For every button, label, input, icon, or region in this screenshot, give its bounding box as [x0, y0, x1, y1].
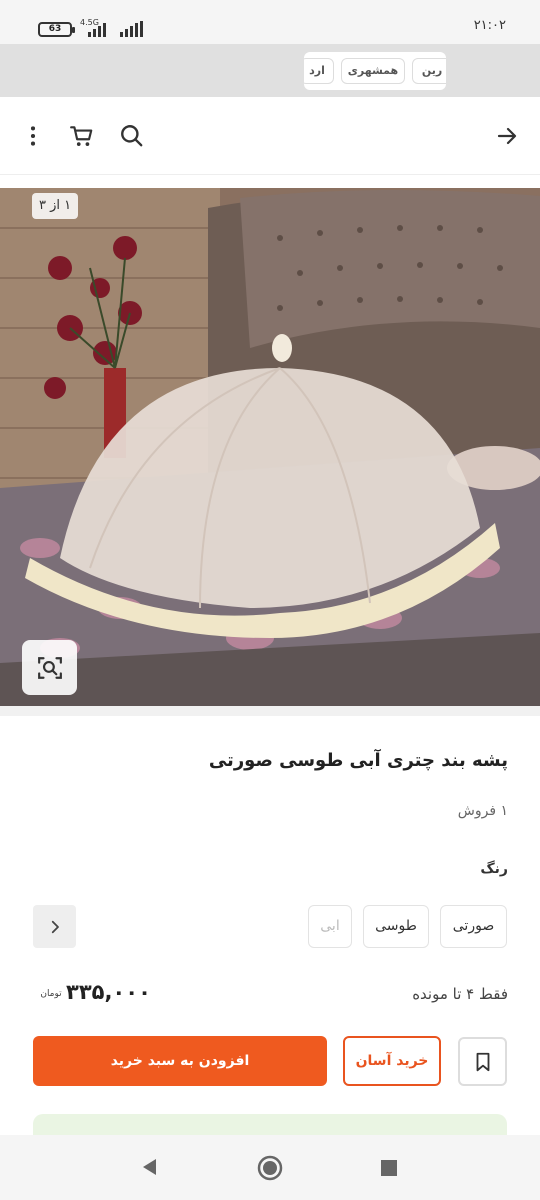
search-icon[interactable] — [117, 121, 147, 151]
currency-label: تومان — [40, 989, 62, 999]
product-title: پشه بند چتری آبی طوسی صورتی — [208, 750, 508, 771]
battery-icon: 63 — [38, 22, 75, 37]
cart-icon[interactable] — [67, 121, 97, 151]
add-to-cart-button[interactable]: افزودن به سبد خرید — [33, 1036, 327, 1086]
product-price: ۳۳۵,۰۰۰ — [66, 980, 151, 1004]
chip-strip: رین همشهری ارد — [0, 44, 540, 97]
signal-icon — [88, 22, 106, 37]
stock-info: فقط ۴ تا مونده — [412, 985, 508, 1003]
easy-buy-button[interactable]: خرید آسان — [343, 1036, 441, 1086]
chip-container: رین همشهری ارد — [304, 52, 446, 90]
bookmark-icon — [476, 1052, 489, 1071]
status-time: ۲۱:۰۲ — [473, 18, 506, 33]
battery-level: 63 — [48, 24, 62, 34]
arrow-right-icon[interactable] — [492, 121, 522, 151]
more-vert-icon[interactable] — [18, 121, 48, 151]
sales-count: ۱ فروش — [457, 803, 508, 819]
more-colors-button[interactable] — [33, 905, 76, 948]
chip-item[interactable]: رین — [412, 58, 446, 84]
chevron-right-icon — [51, 920, 59, 933]
chip-item[interactable]: ارد — [304, 58, 334, 84]
home-icon[interactable] — [257, 1155, 283, 1181]
back-icon[interactable] — [140, 1157, 160, 1177]
signal-icon — [120, 21, 143, 37]
color-option-gray[interactable]: طوسی — [363, 905, 429, 948]
product-image[interactable] — [0, 188, 540, 706]
color-option-pink[interactable]: صورتی — [440, 905, 507, 948]
recents-icon[interactable] — [380, 1159, 398, 1177]
visual-search-button[interactable] — [22, 640, 77, 695]
bookmark-button[interactable] — [458, 1037, 507, 1086]
color-option-blue: ابی — [308, 905, 352, 948]
image-counter: ۱ از ۳ — [32, 193, 79, 219]
chip-item[interactable]: همشهری — [341, 58, 405, 84]
lens-icon — [37, 656, 62, 679]
system-nav-bar — [0, 1135, 540, 1200]
status-bar: 63 4.5G ۲۱:۰۲ — [0, 0, 540, 44]
top-app-bar — [0, 97, 540, 175]
section-divider — [0, 706, 540, 716]
color-label: رنگ — [480, 861, 508, 877]
